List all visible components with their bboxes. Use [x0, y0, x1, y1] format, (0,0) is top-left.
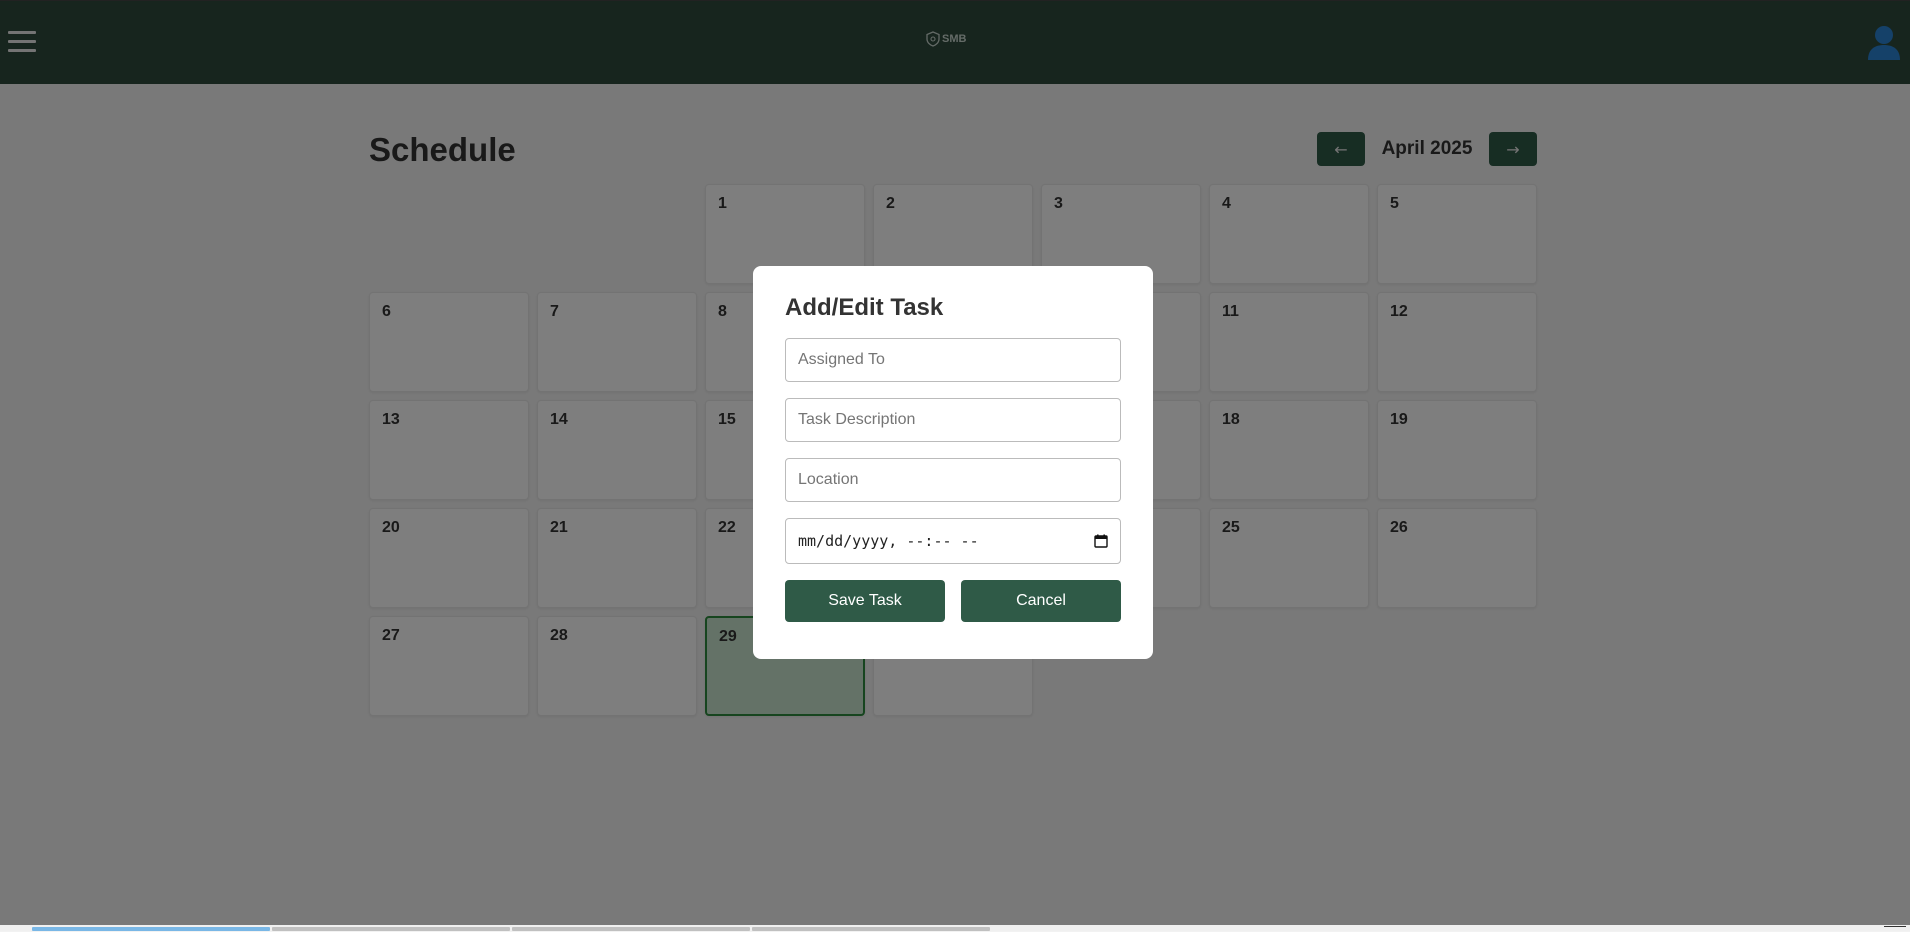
save-task-button[interactable]: Save Task [785, 580, 945, 622]
task-description-input[interactable] [785, 398, 1121, 442]
taskbar-tab[interactable] [752, 927, 990, 931]
bottom-taskbar [0, 925, 1910, 931]
location-input[interactable] [785, 458, 1121, 502]
datetime-placeholder: mm/dd/yyyy, --:-- -- [798, 532, 979, 550]
taskbar-tab[interactable] [272, 927, 510, 931]
datetime-input[interactable]: mm/dd/yyyy, --:-- -- [785, 518, 1121, 564]
taskbar-tray-icon [1884, 926, 1906, 932]
taskbar-handle-icon [4, 926, 14, 931]
modal-title: Add/Edit Task [785, 294, 944, 321]
calendar-icon[interactable] [1094, 534, 1108, 548]
taskbar-tab[interactable] [512, 927, 750, 931]
assigned-to-input[interactable] [785, 338, 1121, 382]
cancel-button[interactable]: Cancel [961, 580, 1121, 622]
modal-actions: Save Task Cancel [785, 580, 1121, 622]
taskbar-tab[interactable] [32, 927, 270, 931]
task-modal: Add/Edit Task mm/dd/yyyy, --:-- -- Save … [753, 266, 1153, 659]
